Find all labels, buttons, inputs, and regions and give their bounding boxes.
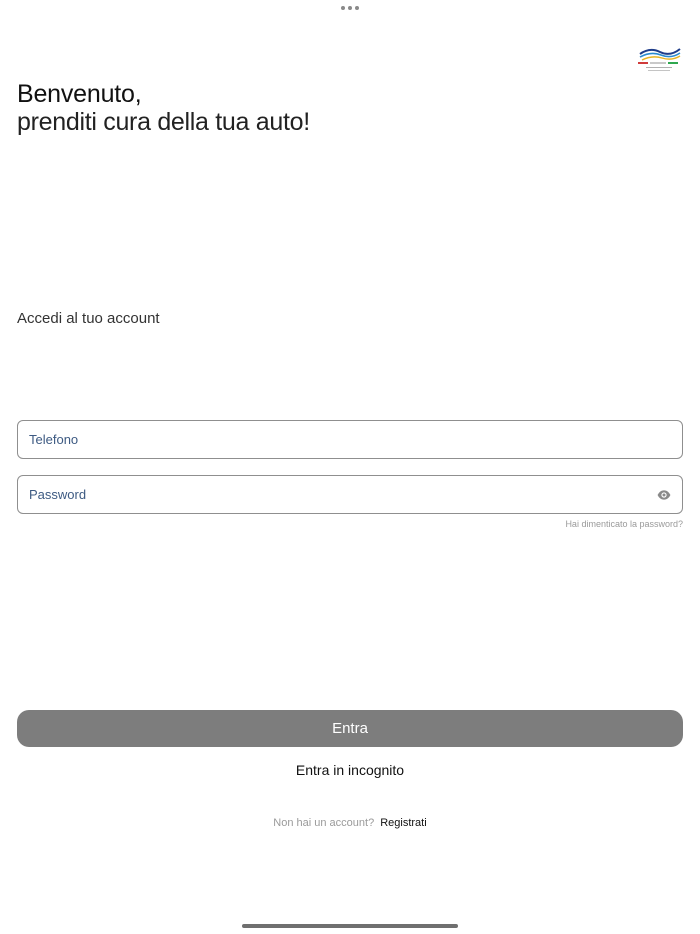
dot bbox=[355, 6, 359, 10]
incognito-login-link[interactable]: Entra in incognito bbox=[0, 762, 700, 778]
password-field-container[interactable] bbox=[17, 475, 683, 514]
forgot-password-link[interactable]: Hai dimenticato la password? bbox=[565, 519, 683, 529]
welcome-heading: Benvenuto, bbox=[17, 80, 142, 108]
login-button[interactable]: Entra bbox=[17, 710, 683, 747]
signup-link[interactable]: Registrati bbox=[380, 817, 426, 829]
signup-question: Non hai un account? bbox=[273, 817, 375, 829]
phone-field-container[interactable] bbox=[17, 420, 683, 459]
phone-input[interactable] bbox=[29, 432, 671, 447]
login-subtitle: Accedi al tuo account bbox=[17, 310, 160, 327]
welcome-tagline: prenditi cura della tua auto! bbox=[17, 108, 310, 136]
password-input[interactable] bbox=[29, 487, 651, 502]
multitasking-dots[interactable] bbox=[0, 6, 700, 10]
eye-icon[interactable] bbox=[657, 488, 671, 502]
dot bbox=[348, 6, 352, 10]
dot bbox=[341, 6, 345, 10]
home-indicator[interactable] bbox=[242, 924, 458, 928]
signup-row: Non hai un account? Registrati bbox=[0, 817, 700, 829]
brand-logo-icon bbox=[638, 48, 681, 71]
